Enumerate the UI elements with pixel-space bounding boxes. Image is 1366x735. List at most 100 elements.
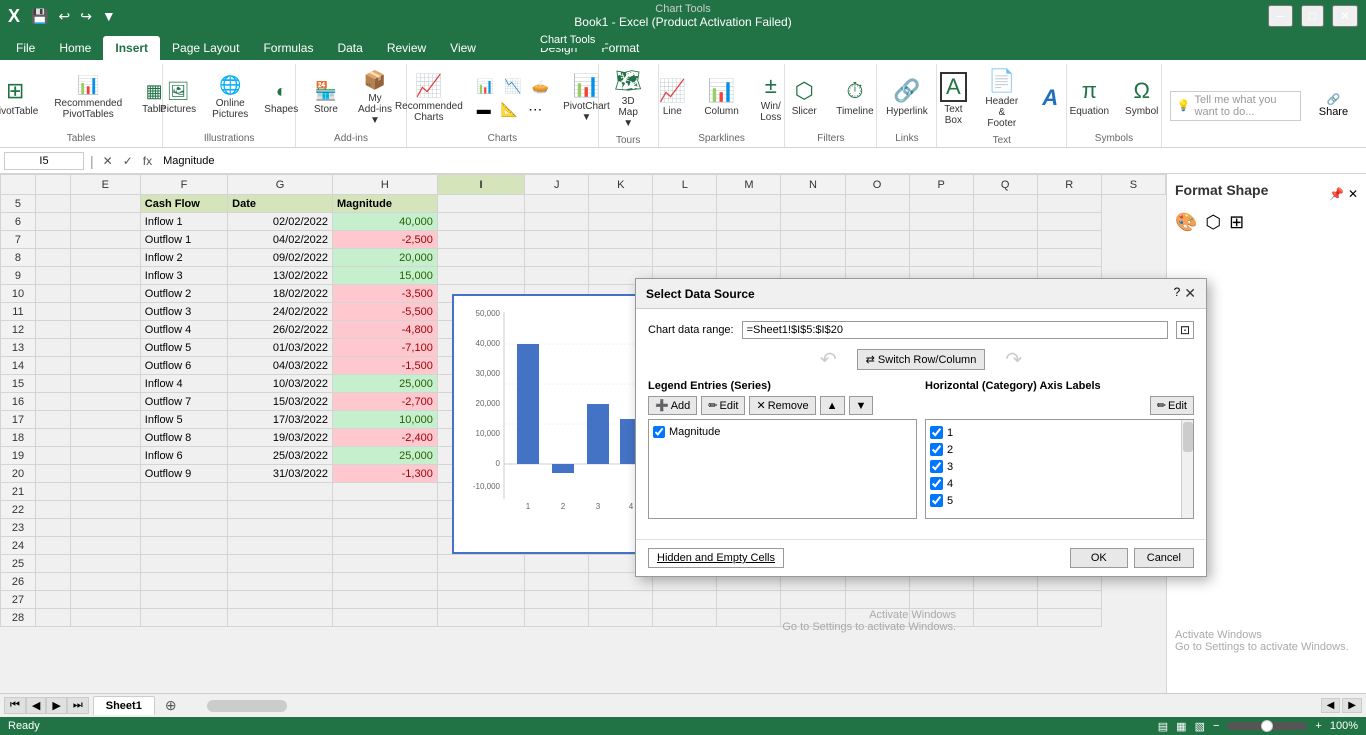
col-header-e[interactable]: E (70, 175, 140, 195)
tell-me-box[interactable]: 💡 Tell me what you want to do... (1170, 91, 1301, 121)
line-sparkline-button[interactable]: 📈 Line (650, 74, 694, 121)
legend-item-magnitude[interactable]: Magnitude (653, 424, 912, 440)
axis-check-5[interactable] (930, 494, 943, 507)
share-button[interactable]: 🔗 Share (1309, 91, 1358, 120)
horizontal-scrollbar[interactable] (187, 700, 1317, 712)
axis-item-4[interactable]: 4 (930, 475, 1189, 492)
legend-add-button[interactable]: ➕ Add (648, 396, 697, 415)
cancel-formula-button[interactable]: ✕ (100, 154, 116, 168)
text-box-button[interactable]: A TextBox (931, 68, 975, 130)
axis-item-1[interactable]: 1 (930, 424, 1189, 441)
effects-icon[interactable]: ⬡ (1205, 212, 1221, 233)
dialog-close-button[interactable]: ✕ (1184, 285, 1196, 302)
store-button[interactable]: 🏪 Store (304, 77, 348, 119)
axis-check-2[interactable] (930, 443, 943, 456)
size-properties-icon[interactable]: ⊞ (1229, 212, 1244, 233)
insert-function-button[interactable]: fx (140, 154, 155, 168)
close-button[interactable]: ✕ (1332, 5, 1358, 27)
col-header-p[interactable]: P (909, 175, 973, 195)
col-header-n[interactable]: N (781, 175, 845, 195)
cell-s6[interactable] (1037, 213, 1101, 231)
undo-button[interactable]: ↩ (55, 6, 73, 27)
panel-close-button[interactable]: ✕ (1348, 187, 1358, 201)
cell-l6[interactable] (589, 213, 653, 231)
legend-move-up-button[interactable]: ▲ (820, 396, 845, 415)
zoom-in-icon[interactable]: + (1315, 720, 1321, 732)
header-footer-button[interactable]: 📄 Header& Footer (979, 64, 1024, 133)
qat-dropdown-button[interactable]: ▼ (99, 6, 119, 26)
col-header-s[interactable]: S (1101, 175, 1165, 195)
column-sparkline-button[interactable]: 📊 Column (698, 74, 744, 121)
col-header-k[interactable]: K (589, 175, 653, 195)
formula-input[interactable] (159, 155, 1362, 167)
axis-check-4[interactable] (930, 477, 943, 490)
minimize-button[interactable]: ─ (1268, 5, 1293, 27)
zoom-slider[interactable] (1227, 722, 1307, 730)
cell-m6[interactable] (653, 213, 717, 231)
cell-p5[interactable] (845, 195, 909, 213)
axis-item-3[interactable]: 3 (930, 458, 1189, 475)
tab-review[interactable]: Review (375, 36, 438, 60)
row-header-5[interactable]: 5 (1, 195, 36, 213)
col-header-f[interactable]: F (140, 175, 227, 195)
cell-l5[interactable] (589, 195, 653, 213)
col-header-r[interactable]: R (1037, 175, 1101, 195)
axis-item-2[interactable]: 2 (930, 441, 1189, 458)
legend-check-magnitude[interactable] (653, 426, 665, 438)
col-header-h[interactable]: H (332, 175, 437, 195)
dialog-ok-button[interactable]: OK (1070, 548, 1128, 568)
first-sheet-button[interactable]: ⏮ (4, 697, 26, 714)
cell-s5[interactable] (1037, 195, 1101, 213)
cell-g7[interactable]: Outflow 1 (140, 231, 227, 249)
timeline-button[interactable]: ⏱ Timeline (830, 74, 879, 121)
maximize-button[interactable]: □ (1301, 5, 1324, 27)
cell-h5[interactable]: Date (228, 195, 333, 213)
select-data-source-dialog[interactable]: Select Data Source ? ✕ Chart data range:… (635, 278, 1207, 577)
tab-data[interactable]: Data (325, 36, 374, 60)
dialog-cancel-button[interactable]: Cancel (1134, 548, 1194, 568)
cell-f6[interactable] (70, 213, 140, 231)
view-layout-button[interactable]: ▦ (1176, 720, 1186, 733)
next-sheet-button[interactable]: ▶ (46, 697, 66, 714)
range-picker-button[interactable]: ⊡ (1176, 321, 1194, 339)
cell-h7[interactable]: 04/02/2022 (228, 231, 333, 249)
cell-n6[interactable] (717, 213, 781, 231)
zoom-out-icon[interactable]: − (1213, 720, 1219, 732)
cell-e5[interactable] (35, 195, 70, 213)
col-header-q[interactable]: Q (973, 175, 1037, 195)
prev-sheet-button[interactable]: ◀ (26, 697, 46, 714)
cell-k6[interactable] (525, 213, 589, 231)
view-break-button[interactable]: ▧ (1195, 720, 1205, 733)
col-header-o[interactable]: O (845, 175, 909, 195)
3d-map-button[interactable]: 🗺 3DMap ▼ (606, 64, 650, 133)
scatter-chart-button[interactable]: ⋯ (524, 99, 546, 120)
tab-file[interactable]: File (4, 36, 47, 60)
pivot-table-button[interactable]: ⊞ PivotTable (0, 74, 44, 121)
scroll-left-button[interactable]: ◀ (1321, 698, 1341, 713)
cell-q5[interactable] (909, 195, 973, 213)
save-button[interactable]: 💾 (28, 6, 51, 27)
col-header-g[interactable]: G (228, 175, 333, 195)
chart-area[interactable]: 50,000 40,000 30,000 20,000 10,000 0 -10… (452, 294, 652, 554)
cell-i6[interactable]: 40,000 (332, 213, 437, 231)
cell-q6[interactable] (909, 213, 973, 231)
axis-scrollbar[interactable] (1181, 420, 1193, 518)
hyperlink-button[interactable]: 🔗 Hyperlink (880, 74, 934, 121)
col-header-m[interactable]: M (717, 175, 781, 195)
tab-formulas[interactable]: Formulas (251, 36, 325, 60)
axis-item-5[interactable]: 5 (930, 492, 1189, 509)
cell-j5[interactable] (437, 195, 524, 213)
col-header-i[interactable]: I (437, 175, 524, 195)
slicer-button[interactable]: ⬡ Slicer (782, 74, 826, 121)
area-chart-button[interactable]: 📐 (497, 99, 522, 120)
switch-row-column-button[interactable]: ⇄ Switch Row/Column (857, 349, 986, 370)
cell-h6[interactable]: 02/02/2022 (228, 213, 333, 231)
tab-view[interactable]: View (438, 36, 488, 60)
panel-pin-button[interactable]: 📌 (1329, 187, 1344, 201)
axis-edit-button[interactable]: ✏ Edit (1150, 396, 1194, 415)
chart-data-range-input[interactable] (742, 321, 1168, 339)
cell-f5[interactable] (70, 195, 140, 213)
cell-k5[interactable] (525, 195, 589, 213)
dialog-help-button[interactable]: ? (1174, 285, 1181, 302)
cell-r6[interactable] (973, 213, 1037, 231)
